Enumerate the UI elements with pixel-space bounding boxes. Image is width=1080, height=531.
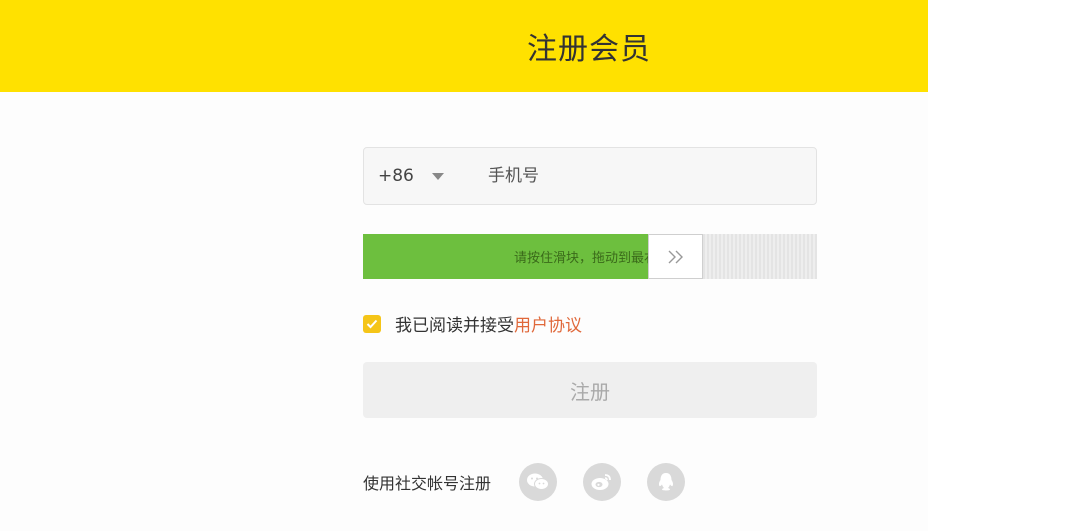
agreement-checkbox[interactable] <box>363 314 381 333</box>
check-icon <box>366 319 378 328</box>
slider-handle[interactable] <box>648 234 703 279</box>
agreement-row: 我已阅读并接受 用户协议 <box>363 311 582 336</box>
wechat-glyph <box>527 473 550 490</box>
caret-down-icon <box>431 172 444 180</box>
register-page: 注册会员 +86 请按住滑块，拖动到最右边 我已阅读并接受用户协议 注册 <box>0 0 928 531</box>
phone-input[interactable] <box>474 148 816 204</box>
slider-hint-text: 请按住滑块，拖动到最右边 <box>513 251 648 266</box>
weibo-glyph <box>591 474 611 490</box>
qq-icon[interactable] <box>647 463 686 501</box>
agreement-text: 我已阅读并接受 <box>395 316 514 336</box>
header-bar: 注册会员 <box>0 0 928 92</box>
country-code-value: +86 <box>378 166 414 186</box>
slider-captcha: 请按住滑块，拖动到最右边 <box>363 234 817 279</box>
social-register: 使用社交帐号注册 <box>363 462 711 502</box>
slider-hint: 请按住滑块，拖动到最右边 <box>363 234 648 279</box>
social-register-label: 使用社交帐号注册 <box>363 474 492 493</box>
user-agreement-link[interactable]: 用户协议 <box>514 311 582 336</box>
qq-glyph <box>658 473 674 491</box>
phone-row: +86 <box>363 147 817 205</box>
weibo-icon[interactable] <box>583 463 622 501</box>
double-chevron-right-icon <box>668 250 683 263</box>
page-title: 注册会员 <box>527 32 651 67</box>
country-code-select[interactable]: +86 <box>364 166 474 186</box>
register-button[interactable]: 注册 <box>363 362 817 418</box>
wechat-icon[interactable] <box>519 463 558 501</box>
